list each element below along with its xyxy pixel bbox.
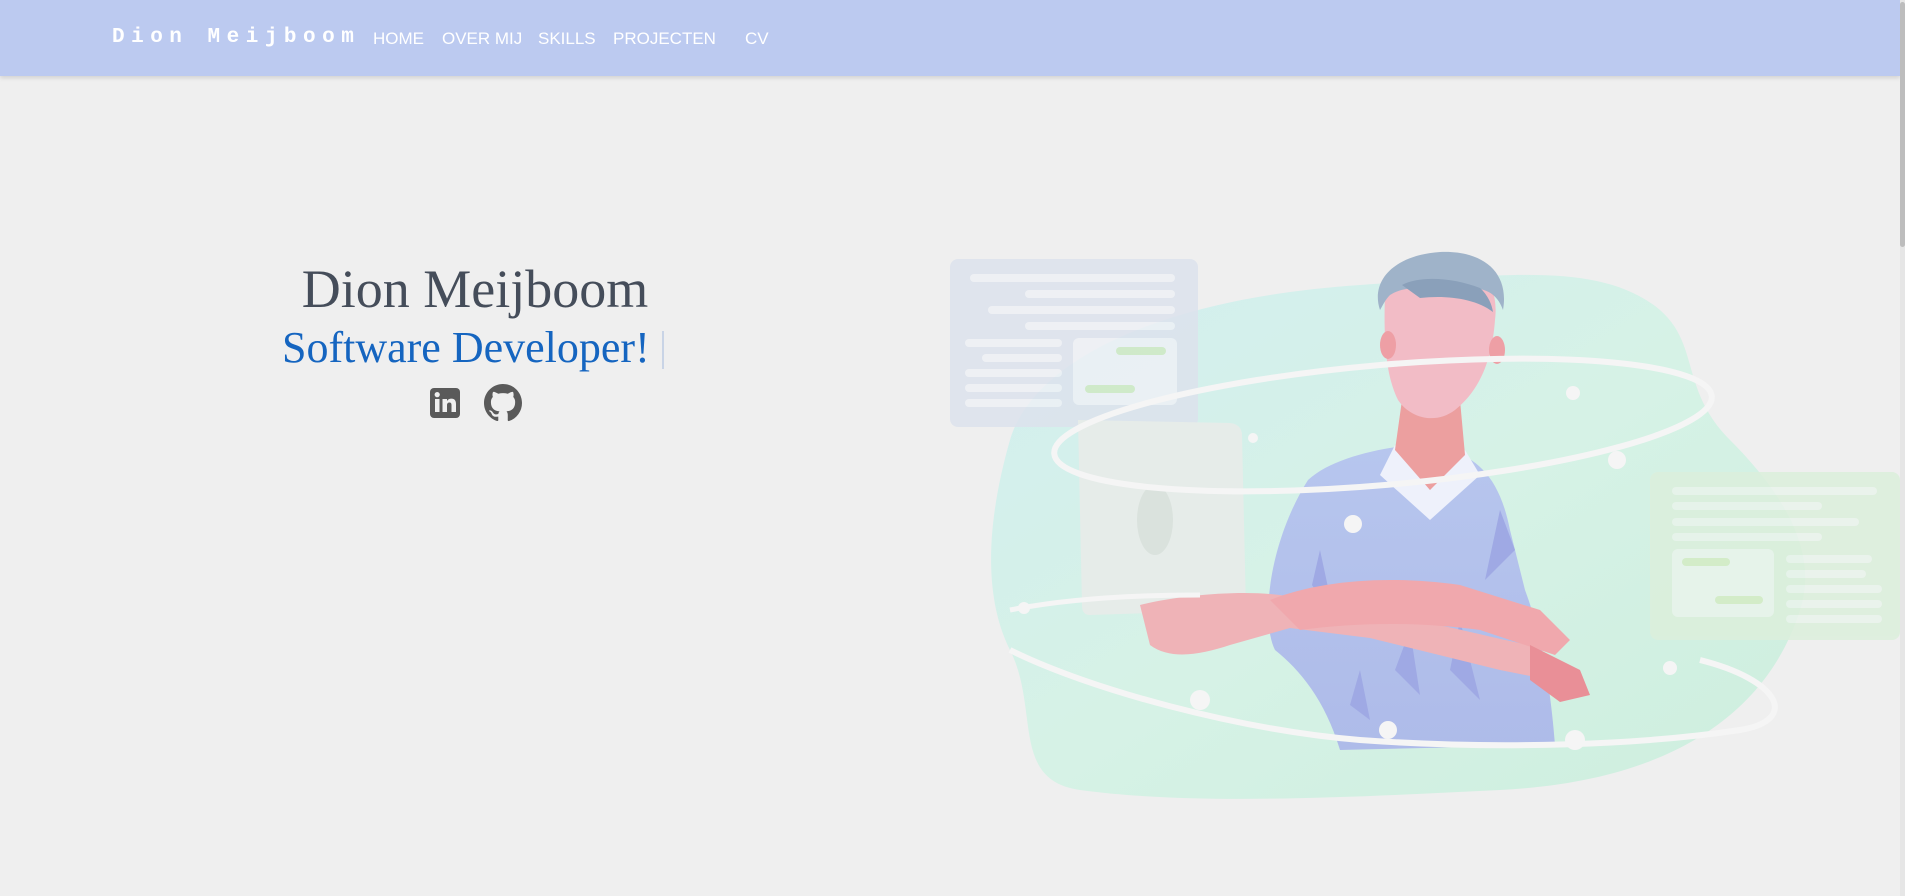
brand-logo[interactable]: Dion Meijboom xyxy=(112,26,360,49)
typing-cursor xyxy=(662,331,664,369)
linkedin-icon[interactable] xyxy=(426,384,464,422)
nav-link-home[interactable]: HOME xyxy=(373,29,424,49)
nav-link-cv[interactable]: CV xyxy=(745,29,769,49)
nav-link-skills[interactable]: SKILLS xyxy=(538,29,596,49)
nav-link-projecten[interactable]: PROJECTEN xyxy=(613,29,716,49)
hero-role: Software Developer! xyxy=(282,323,650,372)
scrollbar-thumb[interactable] xyxy=(1900,2,1905,247)
navbar: Dion Meijboom HOME OVER MIJ SKILLS PROJE… xyxy=(0,0,1900,76)
developer-illustration xyxy=(940,250,1905,800)
hero-name: Dion Meijboom xyxy=(301,259,649,319)
github-icon[interactable] xyxy=(484,384,522,422)
nav-link-over-mij[interactable]: OVER MIJ xyxy=(442,29,522,49)
